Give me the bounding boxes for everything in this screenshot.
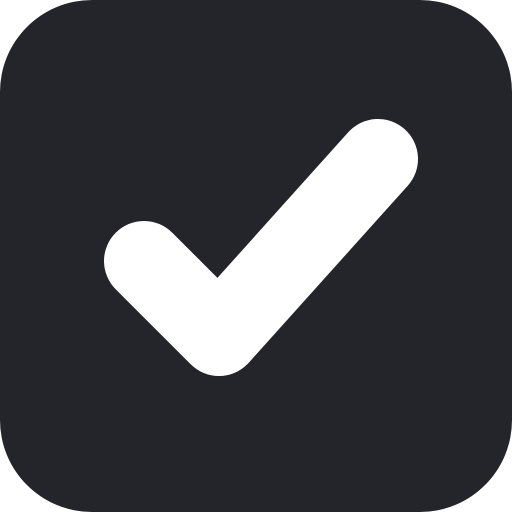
checkmark-icon (104, 119, 418, 376)
checked-checkbox[interactable] (0, 0, 512, 512)
